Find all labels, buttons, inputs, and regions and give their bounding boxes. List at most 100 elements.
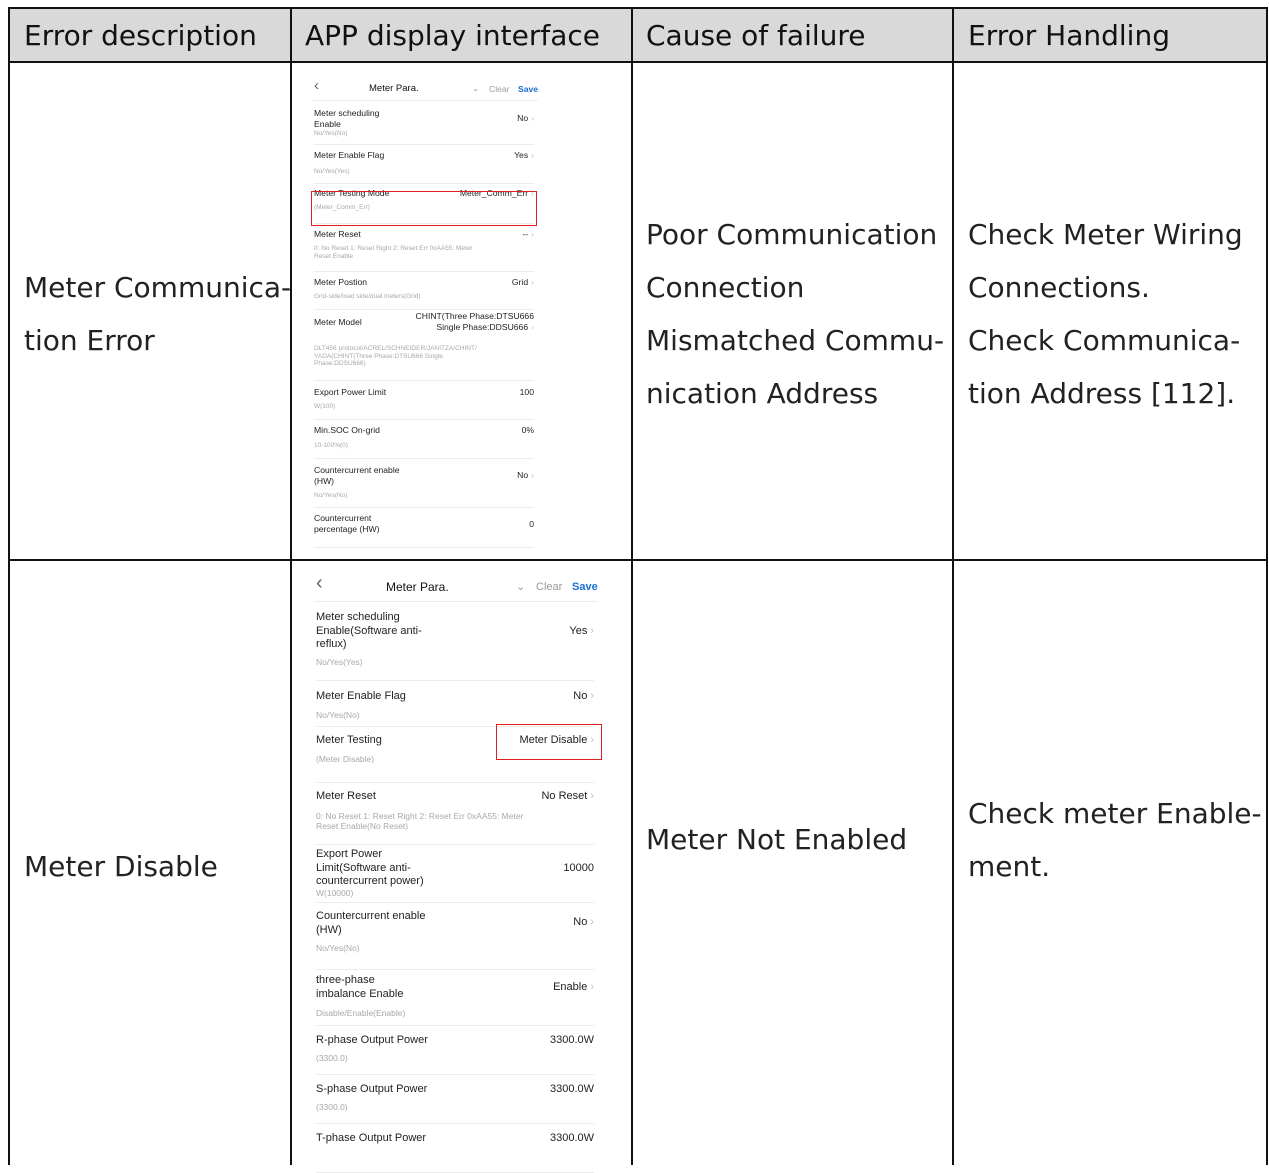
setting-value[interactable]: Yes › [569,625,594,639]
setting-row[interactable]: three-phase imbalance Enable Enable › Disabl… [316,969,594,1026]
setting-row[interactable]: Min.SOC On-grid 0% 10-100%(0) [314,419,534,459]
setting-hint: (3300.0) [316,1102,348,1113]
text-line: Connection [646,271,805,304]
setting-label: Meter Testing [316,734,382,748]
setting-label-line: Meter Postion [314,277,368,287]
save-button[interactable]: Save [518,84,538,94]
setting-value[interactable]: 0 [529,519,534,530]
highlight-box [311,191,537,226]
setting-value-text: 0 [529,519,534,529]
setting-value[interactable]: Enable › [553,981,594,995]
setting-row[interactable]: Countercurrent enable (HW) No › No/Yes(No) [314,458,534,508]
setting-hint: No/Yes(No) [314,130,347,138]
setting-value[interactable]: Yes › [514,150,534,161]
setting-value[interactable]: No Reset › [541,790,594,804]
setting-value[interactable]: No › [573,916,594,930]
setting-value[interactable]: No › [517,470,534,481]
setting-hint: W(100) [314,403,335,411]
highlight-box [496,724,602,760]
setting-value[interactable]: 3300.0W [550,1083,594,1097]
chevron-right-icon: › [590,981,594,993]
save-button[interactable]: Save [572,581,598,593]
chevron-right-icon: › [590,790,594,802]
chevron-right-icon: › [590,690,594,702]
setting-value-text: 3300.0W [549,1083,594,1095]
setting-value[interactable]: 0% [522,425,534,436]
app-title: Meter Para. [386,580,449,594]
setting-label: Meter scheduling Enable(Software anti-ref… [316,611,422,652]
setting-row[interactable]: R-phase Output Power 3300.0W (3300.0) [316,1025,594,1075]
text-line: Mismatched Commu- [646,324,945,357]
setting-value-text: No [573,916,588,928]
setting-hint: Grid-side/load side/dual meters(Grid) [314,293,421,301]
setting-value-text: Enable [553,981,588,993]
setting-row[interactable]: Export Power Limit(Software anti-counterc… [316,844,594,903]
setting-hint-line: No/Yes(No) [314,130,348,137]
setting-label-line: Enable [314,119,341,129]
setting-value[interactable]: -- › [522,229,534,240]
setting-value[interactable]: No › [573,690,594,704]
setting-hint: (Meter Disable) [316,754,375,765]
table-header-row: Error description APP display interface … [8,7,1268,62]
setting-label-line: three-phase [316,974,375,986]
table-border-left [8,7,10,1165]
setting-hint-line: No/Yes(No) [316,710,360,720]
setting-value-text: No [573,690,588,702]
chevron-down-icon[interactable]: ⌄ [472,83,479,94]
setting-row[interactable]: Countercurrent percentage (HW) 0 [314,507,534,548]
setting-hint: Disable/Enable(Enable) [316,1008,405,1019]
clear-button[interactable]: Clear [536,581,562,593]
setting-label-line: Limit(Software anti- [316,861,411,874]
setting-value-text: 100 [519,387,534,397]
setting-value-text: CHINT(Three Phase:DTSU666 Single Phase:D… [415,311,534,332]
setting-row[interactable]: Meter scheduling Enable No › No/Yes(No) [314,100,534,145]
setting-value[interactable]: 3300.0W [550,1132,594,1146]
chevron-right-icon: › [531,229,534,239]
setting-label: T-phase Output Power [316,1132,426,1146]
clear-button[interactable]: Clear [489,84,510,94]
setting-row[interactable]: Meter Reset -- › 0: No Reset 1: Reset Right… [314,223,534,272]
back-chevron-icon[interactable]: ‹ [316,572,323,595]
text-line: tion Address [112]. [968,377,1236,410]
setting-value[interactable]: 10000 [563,862,594,876]
setting-row[interactable]: Meter Postion Grid › Grid-side/load side/du… [314,271,534,310]
setting-row[interactable]: Meter scheduling Enable(Software anti-ref… [316,601,594,681]
setting-label-line: Countercurrent [314,513,372,523]
setting-value[interactable]: 3300.0W [550,1034,594,1048]
setting-value[interactable]: No › [517,113,534,124]
setting-value-text: 3300.0W [549,1132,594,1144]
setting-value[interactable]: CHINT(Three Phase:DTSU666 Single Phase:D… [404,311,534,333]
setting-hint-line: Phase:DDSU666) [314,360,366,367]
setting-label: Meter Model [314,317,362,328]
setting-row[interactable]: Meter Enable Flag No › No/Yes(No) [316,680,594,727]
setting-hint-line: 0: No Reset 1: Reset Right 2: Reset Err … [314,245,473,252]
setting-row[interactable]: Meter Enable Flag Yes › No/Yes(Yes) [314,144,534,184]
column-divider-1 [290,7,292,1165]
text-line: Check Communica- [968,324,1241,357]
setting-hint-line: (Meter Disable) [316,754,375,764]
setting-value-text: No [517,113,529,123]
setting-label-line: countercurrent power) [316,875,424,887]
setting-row[interactable]: T-phase Output Power 3300.0W [316,1123,594,1173]
chevron-down-icon[interactable]: ⌄ [516,580,525,593]
setting-label-line: Meter Model [314,317,362,327]
setting-label-line: imbalance Enable [316,987,404,1000]
setting-label: Meter Enable Flag [316,690,406,704]
setting-hint: No/Yes(No) [316,943,360,954]
chevron-right-icon: › [531,470,534,480]
setting-hint-line: Reset Enable(No Reset) [316,820,409,831]
setting-hint-line: DLT456 protocol/ACREL/SCHNEIDER/JANITZA/… [314,345,477,352]
setting-hint: No/Yes(No) [314,492,347,500]
chevron-right-icon: › [531,322,534,332]
back-chevron-icon[interactable]: ‹ [314,77,319,94]
text-line: Meter Disable [24,850,218,883]
setting-hint: DLT456 protocol/ACREL/SCHNEIDER/JANITZA/… [314,345,477,368]
setting-row[interactable]: Meter Model CHINT(Three Phase:DTSU666 Sin… [314,309,534,381]
setting-row[interactable]: Meter Reset No Reset › 0: No Reset 1: Reset… [316,782,594,845]
setting-value[interactable]: Grid › [512,277,534,288]
setting-row[interactable]: Export Power Limit 100 W(100) [314,380,534,420]
setting-value[interactable]: 100 [520,387,534,398]
setting-label: Export Power Limit(Software anti-counterc… [316,848,424,889]
setting-row[interactable]: S-phase Output Power 3300.0W (3300.0) [316,1074,594,1124]
setting-row[interactable]: Countercurrent enable (HW) No › No/Yes(No) [316,902,594,970]
